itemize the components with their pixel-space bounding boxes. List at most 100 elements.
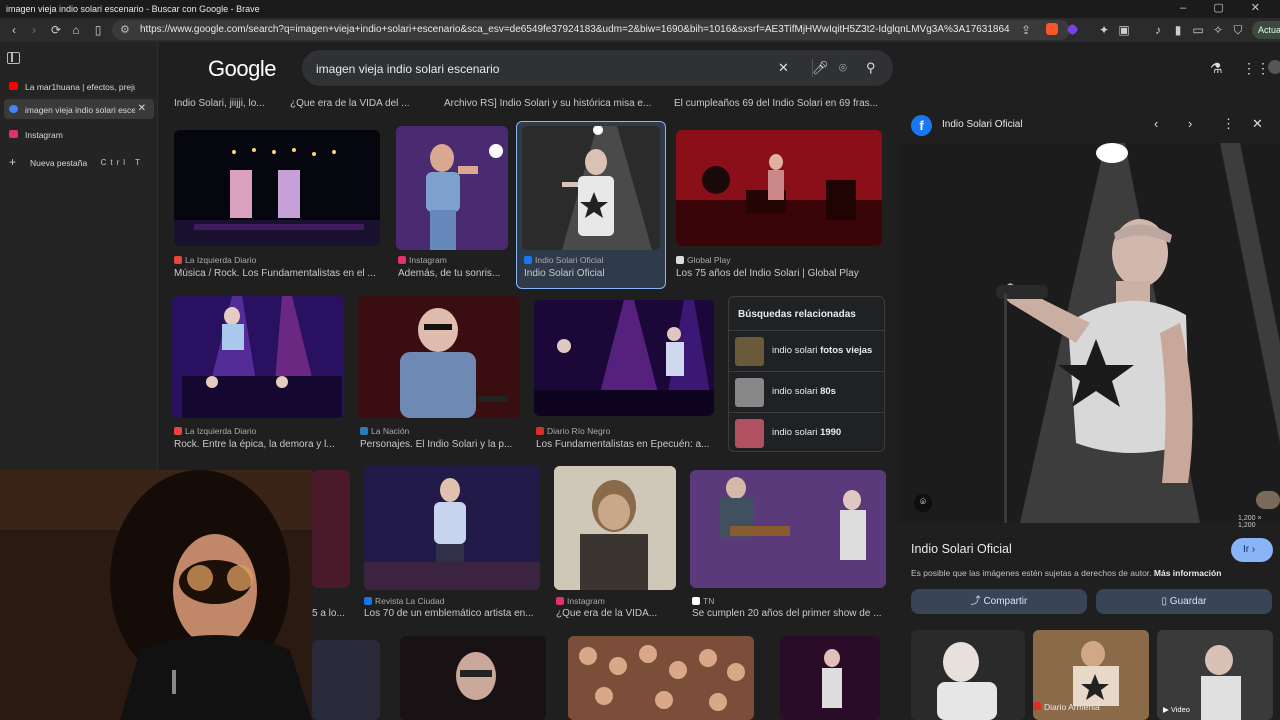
more-options-icon[interactable]: ⋮ <box>1222 116 1235 132</box>
share-url-icon[interactable]: ⇪ <box>1018 22 1034 38</box>
related-search-item[interactable]: indio solari 80s <box>729 371 884 412</box>
result-caption[interactable]: Indio Solari, jiijji, lo... <box>174 98 274 109</box>
address-bar[interactable]: ⚙ https://www.google.com/search?q=imagen… <box>112 20 1070 40</box>
result-source: Indio Solari Oficial <box>524 255 662 265</box>
labs-icon[interactable]: ⚗ <box>1210 60 1223 77</box>
result-source: La Nación <box>360 426 520 436</box>
source-favicon-icon <box>676 256 684 264</box>
preview-source[interactable]: Indio Solari Oficial <box>942 119 1023 130</box>
tab-item[interactable]: La mar1huana | efectos, prejuicio <box>4 76 154 96</box>
result-caption[interactable]: Los 75 años del Indio Solari | Global Pl… <box>676 268 882 279</box>
result-source: La Izquierda Diario <box>174 255 374 265</box>
google-icon <box>9 105 18 113</box>
next-icon[interactable]: › <box>1188 116 1192 131</box>
share-button[interactable]: ⤴ Compartir <box>911 589 1087 614</box>
source-favicon-icon <box>174 256 182 264</box>
result-caption[interactable]: Se cumplen 20 años del primer show de ..… <box>692 608 884 619</box>
lens-icon[interactable]: ⌾ <box>914 494 932 512</box>
result-caption[interactable]: Rock. Entre la épica, la demora y l... <box>174 439 350 450</box>
result-thumbnail[interactable] <box>568 636 754 720</box>
result-caption[interactable]: Indio Solari Oficial <box>524 268 662 279</box>
source-favicon-icon <box>536 427 544 435</box>
home-icon[interactable]: ⌂ <box>68 22 84 38</box>
result-caption[interactable]: Música / Rock. Los Fundamentalistas en e… <box>174 268 380 279</box>
extensions-icon[interactable]: ✦ <box>1096 22 1112 38</box>
result-thumbnail[interactable] <box>396 126 508 250</box>
source-favicon-icon <box>360 427 368 435</box>
result-caption[interactable]: ¿Que era de la VIDA... <box>556 608 678 619</box>
result-caption[interactable]: Los 70 de un emblemático artista en... <box>364 608 540 619</box>
wallet-icon-2[interactable]: ▭ <box>1190 22 1206 38</box>
more-info-link[interactable]: Más información <box>1154 568 1222 578</box>
forward-icon[interactable]: › <box>26 22 42 38</box>
sidebar-panel-icon[interactable] <box>7 52 20 64</box>
leo-icon[interactable]: ✧ <box>1210 22 1226 38</box>
search-icon[interactable]: ⚲ <box>866 60 876 76</box>
vpn-icon[interactable]: ⛉ <box>1230 22 1246 38</box>
preview-title[interactable]: Indio Solari Oficial <box>911 542 1012 556</box>
result-thumbnail[interactable] <box>172 296 344 418</box>
search-box[interactable]: imagen vieja indio solari escenario ✕ 🎤︎… <box>302 50 893 86</box>
voice-search-icon[interactable]: 🎤︎ <box>812 60 829 76</box>
result-thumbnail[interactable] <box>312 470 350 588</box>
save-button[interactable]: ▯ Guardar <box>1096 589 1272 614</box>
result-caption[interactable]: 5 a lo... <box>312 608 348 619</box>
visit-button[interactable]: Ir › <box>1231 538 1273 562</box>
result-thumbnail[interactable] <box>676 130 882 246</box>
previous-icon[interactable]: ‹ <box>1154 116 1158 131</box>
result-caption[interactable]: ¿Que era de la VIDA del ... <box>290 98 430 109</box>
close-icon[interactable]: ✕ <box>1252 116 1263 132</box>
result-source: Diario Río Negro <box>536 426 714 436</box>
result-thumbnail[interactable] <box>690 470 886 588</box>
video-badge: ▶ Video <box>1163 705 1190 714</box>
related-image-source: Diario Armenia <box>1033 702 1100 712</box>
result-thumbnail[interactable] <box>358 296 520 418</box>
result-caption[interactable]: Archivo RS] Indio Solari y su histórica … <box>444 98 654 109</box>
tab-item-active[interactable]: imagen vieja indio solari esce ✕ <box>4 99 154 119</box>
window-titlebar: imagen vieja indio solari escenario - Bu… <box>0 0 1280 18</box>
related-image-thumbnail[interactable] <box>911 630 1025 720</box>
result-caption[interactable]: El cumpleaños 69 del Indio Solari en 69 … <box>674 98 884 109</box>
result-caption[interactable]: Personajes. El Indio Solari y la p... <box>360 439 520 450</box>
tab-item[interactable]: Instagram <box>4 124 154 144</box>
result-thumbnail[interactable] <box>534 300 714 416</box>
result-thumbnail[interactable] <box>400 636 546 720</box>
back-icon[interactable]: ‹ <box>6 22 22 38</box>
bookmark-icon[interactable]: ▯ <box>90 22 106 38</box>
tab-label: Instagram <box>25 130 63 140</box>
clear-search-icon[interactable]: ✕ <box>778 60 789 76</box>
result-caption[interactable]: Los Fundamentalistas en Epecuén: a... <box>536 439 714 450</box>
close-tab-icon[interactable]: ✕ <box>138 103 146 114</box>
wallet-icon[interactable]: ▣ <box>1116 22 1132 38</box>
lens-search-icon[interactable]: ⌾ <box>839 60 847 76</box>
result-thumbnail[interactable] <box>780 636 880 720</box>
music-icon[interactable]: ♪ <box>1150 22 1166 38</box>
update-button[interactable]: Actual <box>1252 21 1280 39</box>
result-thumbnail[interactable] <box>312 640 380 720</box>
site-settings-icon[interactable]: ⚙ <box>120 23 130 36</box>
search-query[interactable]: imagen vieja indio solari escenario <box>316 62 499 76</box>
result-thumbnail[interactable] <box>554 466 676 590</box>
new-tab-button[interactable]: + Nueva pestaña Ctrl T <box>4 152 154 172</box>
brave-shields-icon[interactable] <box>1046 23 1058 35</box>
play-icon: ▶ <box>1163 705 1171 714</box>
reload-icon[interactable]: ⟳ <box>48 22 64 38</box>
result-thumbnail[interactable] <box>174 130 380 246</box>
result-thumbnail[interactable] <box>364 466 540 590</box>
google-logo[interactable]: Google <box>208 56 276 82</box>
youtube-icon <box>9 82 18 90</box>
result-caption[interactable]: Además, de tu sonris... <box>398 268 508 279</box>
related-search-label: indio solari 80s <box>772 386 836 397</box>
preview-image[interactable] <box>900 143 1280 523</box>
result-thumbnail[interactable] <box>522 126 660 250</box>
apps-grid-icon[interactable]: ⋮⋮ <box>1242 60 1270 77</box>
window-controls[interactable]: – ▢ ✕ <box>1180 1 1272 14</box>
result-source: La Izquierda Diario <box>174 426 354 436</box>
related-search-item[interactable]: indio solari 1990 <box>729 412 884 453</box>
source-favicon-icon <box>556 597 564 605</box>
avatar[interactable] <box>1268 60 1280 74</box>
image-preview-panel: f Indio Solari Oficial ‹ › ⋮ ✕ ⌾ 1,200 ×… <box>900 96 1280 720</box>
sidebar-toggle-icon[interactable]: ▮ <box>1170 22 1186 38</box>
source-favicon-icon <box>364 597 372 605</box>
related-search-item[interactable]: indio solari fotos viejas <box>729 330 884 371</box>
